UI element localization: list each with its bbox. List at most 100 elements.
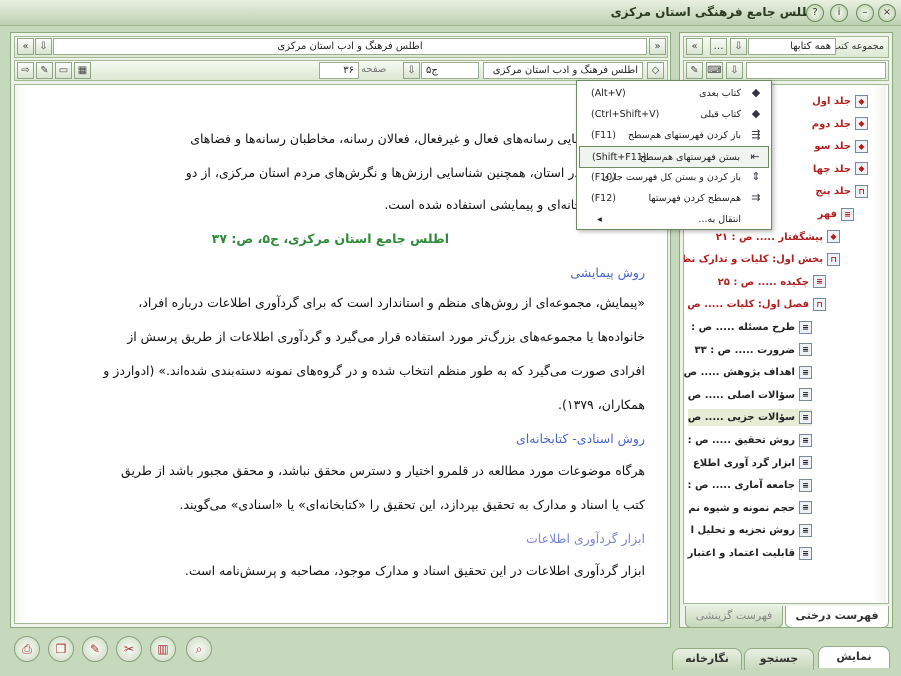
tree-node[interactable]: ◆ جلد چها <box>813 161 868 178</box>
minimize-icon[interactable]: – <box>856 4 874 22</box>
down-arrow-icon[interactable]: ⇩ <box>35 38 52 55</box>
page-icon: ≡ <box>799 433 812 447</box>
heading-library: روش اسنادی- کتابخانه‌ای <box>516 431 645 446</box>
info-icon[interactable]: i <box>830 4 848 22</box>
zoom-icon[interactable]: ⌕ <box>186 636 212 662</box>
page-icon: ≡ <box>799 388 812 402</box>
page-number-input[interactable]: ۳۶ <box>319 62 359 79</box>
menu-item-shortcut: (Shift+F11) <box>592 152 647 163</box>
down-arrow-icon[interactable]: ⇩ <box>403 62 420 79</box>
tree-node[interactable]: ≡ ابزار گرد آوری اطلاع <box>693 455 812 472</box>
tree-node[interactable]: ≡ چکیده ..... ص : ۲۵ <box>718 274 826 291</box>
edit-icon[interactable]: ✎ <box>82 636 108 662</box>
menu-item-shortcut: (F10) <box>591 172 616 183</box>
menu-item[interactable]: ⇕ باز کردن و بستن کل فهرست جاری (F10) <box>579 167 769 189</box>
next-book-icon: ◆ <box>751 86 761 99</box>
book-icon: ◆ <box>855 139 868 153</box>
tree-node[interactable]: ≡ جامعه آماری ..... ص : <box>687 477 812 494</box>
page-icon: ≡ <box>799 501 812 515</box>
forward-icon[interactable]: » <box>649 38 666 55</box>
tab-tree[interactable]: فهرست درختی <box>785 606 889 628</box>
scrollbar[interactable] <box>15 85 27 623</box>
close-icon[interactable]: × <box>878 4 896 22</box>
print-icon[interactable]: ⎙ <box>14 636 40 662</box>
tree-node-label: جلد چها <box>812 163 851 175</box>
calendar-icon[interactable]: ▦ <box>74 62 91 79</box>
tree-node[interactable]: ≡ حجم نمونه و شیوه نم <box>688 500 812 517</box>
tree-node[interactable]: ≡ طرح مسئله ..... ص : <box>691 319 812 336</box>
page-icon: ≡ <box>799 343 812 357</box>
tree-node[interactable]: ≡ قابلیت اعتماد و اعتبار <box>688 545 812 562</box>
prev-book-icon: ◆ <box>751 107 761 120</box>
tree-node[interactable]: ◆ جلد سو <box>814 138 868 155</box>
menu-item[interactable]: ⇉ هم‌سطح کردن فهرستها (F12) <box>579 188 769 210</box>
menu-item[interactable]: انتقال به... ◂ <box>579 209 769 231</box>
tree-node[interactable]: ◆ جلد اول <box>812 93 868 110</box>
dual-view-icon[interactable]: ▭ <box>55 62 72 79</box>
tree-node[interactable]: ≡ فهر <box>818 206 854 223</box>
back-icon[interactable]: « <box>686 38 703 55</box>
columns-icon[interactable]: ▥ <box>150 636 176 662</box>
tab-display[interactable]: نمایش <box>818 646 890 668</box>
menu-item-shortcut: (Alt+V) <box>591 88 626 99</box>
tree-node-label: جلد سو <box>814 141 851 153</box>
more-icon[interactable]: … <box>710 38 727 55</box>
collection-select[interactable]: همه کتابها <box>748 38 836 55</box>
volume-input[interactable]: ج۵ <box>421 62 479 79</box>
next-page-icon[interactable]: ⇨ <box>17 62 34 79</box>
down-arrow-icon[interactable]: ⇩ <box>726 62 743 79</box>
menu-item-label: کتاب قبلی <box>700 109 741 120</box>
doc-line: کتب یا اسناد و مدارک به تحقیق بپردازد، ا… <box>179 497 645 512</box>
tree-node[interactable]: ⊓ جلد پنج <box>815 183 868 200</box>
help-icon[interactable]: ? <box>806 4 824 22</box>
tree-node[interactable]: ≡ روش تحقیق ..... ص : <box>688 432 812 449</box>
tab-notes[interactable]: نگارخانه <box>672 648 742 670</box>
menu-item[interactable]: ◆ کتاب بعدی (Alt+V) <box>579 83 769 105</box>
tools-icon[interactable]: ✎ <box>686 62 703 79</box>
tab-search[interactable]: جستجو <box>744 648 814 670</box>
tree-node[interactable]: ⊓ فصل اول: کلیات ..... ص <box>687 296 826 313</box>
book-icon: ◆ <box>855 94 868 108</box>
tab-history[interactable]: فهرست گزینشی <box>685 606 783 628</box>
scrollbar[interactable] <box>874 85 886 603</box>
tree-node[interactable]: ≡ اهداف پژوهش ..... ص <box>684 364 812 381</box>
tree-node[interactable]: ⊓ بخش اول: کلیات و تدارک نظ <box>684 251 840 268</box>
tree-node[interactable]: ≡ضرورت ..... ص : ۳۳ <box>695 342 812 359</box>
menu-item[interactable]: ⇶ باز کردن فهرستهای هم‌سطح (F11) <box>579 125 769 147</box>
menu-item-label: بستن فهرستهای هم‌سطح <box>639 152 740 163</box>
collection-bar: مجموعه کتب همه کتابها ⇩ … « <box>683 36 889 58</box>
back-icon[interactable]: « <box>17 38 34 55</box>
search-bar: ✎ ⌨ ⇩ <box>683 60 889 81</box>
page-icon: ≡ <box>799 478 812 492</box>
tree-node[interactable]: ≡ روش تجزیه و تحلیل ا <box>691 522 812 539</box>
tree-node[interactable]: ≡ سؤالات جزیی ..... ص <box>687 409 812 427</box>
cut-icon[interactable]: ✂ <box>116 636 142 662</box>
chevron-down-icon[interactable]: ⇩ <box>730 38 747 55</box>
menu-item-shortcut: (F12) <box>591 193 616 204</box>
tree-node[interactable]: ◆ پیشگفتار ..... ص : ۲۱ <box>716 229 840 246</box>
copy-icon[interactable]: ❐ <box>48 636 74 662</box>
keyboard-icon[interactable]: ⌨ <box>706 62 723 79</box>
menu-item[interactable]: ⇤ بستن فهرستهای هم‌سطح (Shift+F11) <box>579 146 769 168</box>
tree-node-label: جلد دوم <box>811 118 851 130</box>
tree-node-label: سؤالات جزیی ..... ص <box>687 412 795 424</box>
tree-node-label: روش تحقیق ..... ص : <box>687 435 795 446</box>
menu-item-label: باز کردن فهرستهای هم‌سطح <box>627 130 741 141</box>
tools-icon[interactable]: ✎ <box>36 62 53 79</box>
expand-level-icon: ⇶ <box>751 128 761 141</box>
menu-item-shortcut: (Ctrl+Shift+V) <box>591 109 660 120</box>
page-icon: ≡ <box>799 410 812 424</box>
menu-item-label: باز کردن و بستن کل فهرست جاری <box>602 172 741 183</box>
page-icon: ≡ <box>799 523 812 537</box>
tree-node-label: جامعه آماری ..... ص : <box>687 480 795 492</box>
heading-tools: ابزار گردآوری اطلاعات <box>526 531 645 546</box>
search-input[interactable] <box>746 62 886 79</box>
nav-title-field[interactable]: اطلس فرهنگ و ادب استان مرکزی <box>53 38 647 55</box>
tree-node[interactable]: ≡ سؤالات اصلی ..... ص <box>688 387 812 404</box>
submenu-arrow-icon: ◂ <box>597 214 602 225</box>
book-field[interactable]: اطلس فرهنگ و ادب استان مرکزی <box>483 62 643 79</box>
tree-node[interactable]: ◆ جلد دوم <box>812 116 868 133</box>
menu-item[interactable]: ◆ کتاب قبلی (Ctrl+Shift+V) <box>579 104 769 126</box>
tag-icon[interactable]: ◇ <box>647 62 664 79</box>
doc-line: افرادی صورت می‌گیرد که به طور منظم انتخا… <box>103 363 645 378</box>
